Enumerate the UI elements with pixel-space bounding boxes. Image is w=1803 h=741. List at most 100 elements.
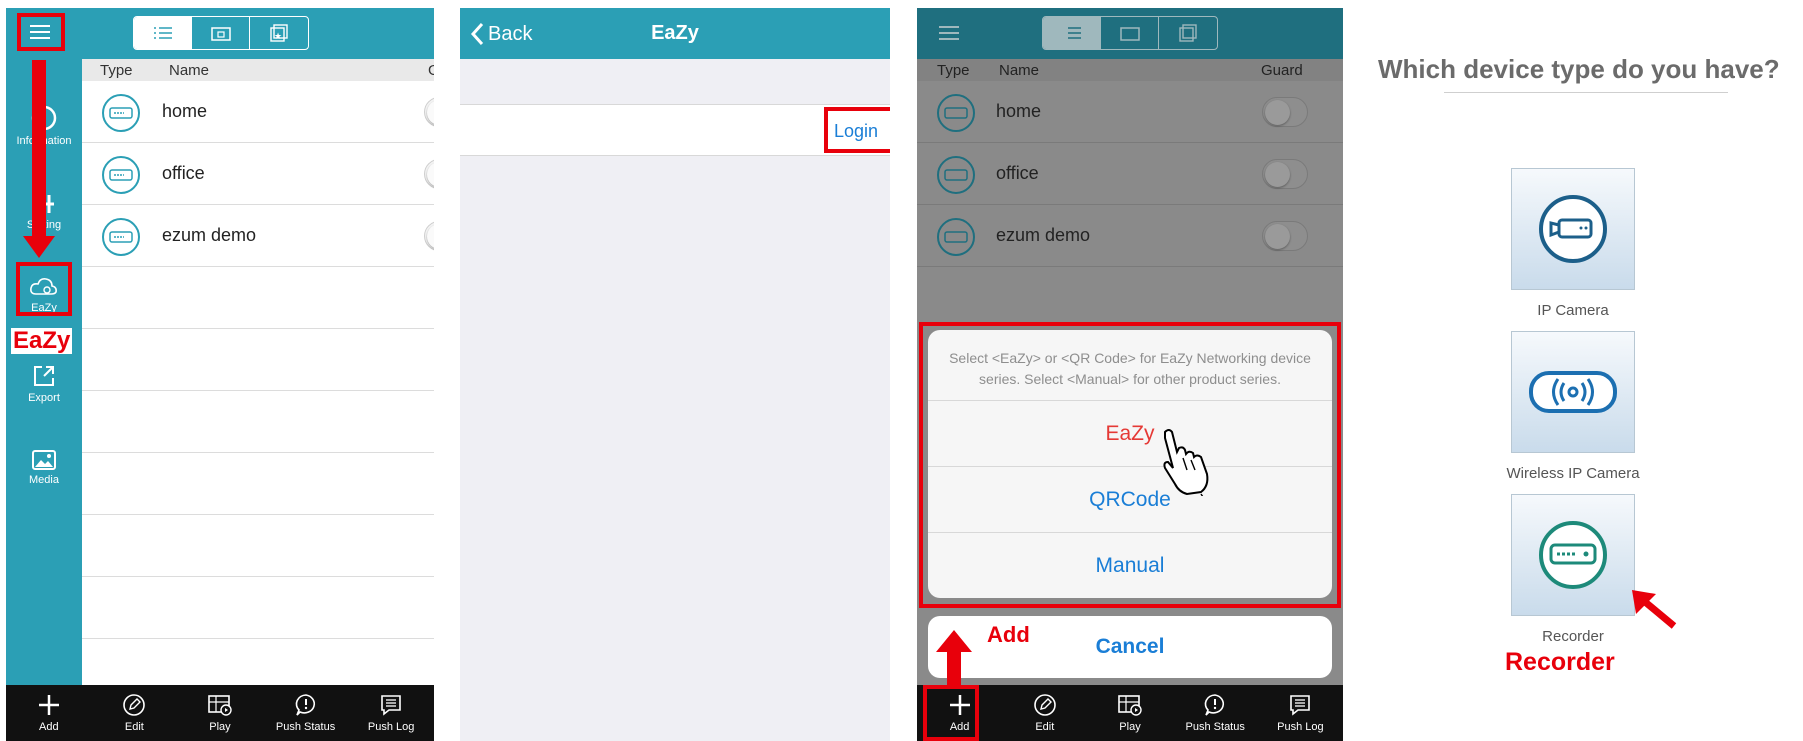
ip-camera-icon (1539, 195, 1607, 263)
sidebar-item-label: Media (29, 474, 59, 486)
wireless-ip-camera-option[interactable] (1511, 331, 1635, 453)
bottom-toolbar: Add Edit Play Push Status Push Log (917, 685, 1343, 741)
push-log-label: Push Log (367, 721, 415, 733)
annotation-add: Add (987, 622, 1030, 647)
folder-icon (1119, 27, 1140, 41)
column-guard: Guard (1261, 62, 1303, 79)
tab-list-view[interactable] (134, 17, 192, 49)
edit-button[interactable]: Edit (92, 685, 178, 741)
annotation-arrow-icon (1632, 590, 1677, 629)
device-name: home (996, 101, 1042, 121)
device-row[interactable]: home (917, 81, 1343, 143)
wireless-icon (1529, 371, 1617, 413)
column-header: Type Name G (82, 59, 434, 81)
device-row[interactable]: home (82, 81, 434, 143)
screen-device-list: ★ Information Setting EaZy EaZy Export M… (6, 8, 434, 741)
guard-toggle[interactable] (1262, 159, 1308, 189)
folder-icon (210, 27, 231, 41)
empty-row (82, 391, 434, 453)
column-type: Type (100, 62, 133, 79)
annotation-recorder: Recorder (1505, 648, 1615, 676)
push-status-label: Push Status (1185, 721, 1245, 733)
device-row[interactable]: office (917, 143, 1343, 205)
wireless-ip-camera-label: Wireless IP Camera (1506, 465, 1640, 482)
guard-knob-icon (1265, 100, 1290, 125)
menu-icon (939, 32, 959, 34)
push-status-button[interactable]: Push Status (263, 685, 349, 741)
sidebar-item-label: Export (28, 392, 60, 404)
annotation-arrowhead (936, 630, 972, 652)
list-icon (153, 27, 172, 39)
device-row[interactable]: ezum demo (82, 205, 434, 267)
hand-pointer-icon (1163, 429, 1209, 496)
column-guard: G (428, 62, 434, 79)
svg-text:★: ★ (274, 31, 282, 41)
empty-row (82, 515, 434, 577)
image-icon (32, 450, 56, 470)
view-tabs (1042, 16, 1218, 50)
device-row[interactable]: ezum demo (917, 205, 1343, 267)
play-label: Play (1119, 721, 1141, 733)
plus-icon (38, 695, 59, 715)
push-status-button[interactable]: Push Status (1173, 685, 1258, 741)
tab-folder-view[interactable] (1101, 17, 1159, 49)
title-divider (1444, 92, 1728, 93)
recorder-icon (102, 156, 140, 194)
highlight-login (824, 107, 890, 153)
favorite-icon: ★ (270, 24, 288, 42)
recorder-icon (1539, 521, 1607, 589)
guard-toggle[interactable] (424, 221, 434, 251)
guard-knob-icon (427, 100, 434, 125)
push-log-button[interactable]: Push Log (348, 685, 434, 741)
push-log-button[interactable]: Push Log (1258, 685, 1343, 741)
tab-folder-view[interactable] (192, 17, 250, 49)
push-status-label: Push Status (275, 721, 336, 733)
guard-knob-icon (427, 224, 434, 249)
device-row[interactable]: office (82, 143, 434, 205)
device-name: home (162, 101, 208, 121)
guard-toggle[interactable] (1262, 97, 1308, 127)
bottom-toolbar: Add Edit Play Push Status Push Log (6, 685, 434, 741)
play-button[interactable]: Play (1087, 685, 1172, 741)
list-icon (1067, 27, 1081, 39)
guard-knob-icon (1265, 224, 1290, 249)
edit-button[interactable]: Edit (1002, 685, 1087, 741)
highlight-action-sheet (919, 322, 1341, 608)
play-button[interactable]: Play (177, 685, 263, 741)
push-log-label: Push Log (1277, 721, 1324, 733)
recorder-icon (937, 94, 975, 132)
screen-device-type: Which device type do you have? IP Camera… (1370, 8, 1803, 741)
ip-camera-option[interactable] (1511, 168, 1635, 290)
column-header: Type Name Guard (917, 59, 1343, 81)
add-label: Add (39, 721, 59, 733)
device-name: ezum demo (162, 225, 257, 245)
tab-list-view[interactable] (1043, 17, 1101, 49)
sidebar-item-export[interactable]: Export (6, 364, 82, 404)
pencil-icon (1033, 694, 1056, 716)
menu-button[interactable] (935, 22, 963, 44)
recorder-icon (102, 94, 140, 132)
play-label: Play (209, 721, 231, 733)
guard-knob-icon (1265, 162, 1290, 187)
highlight-menu (17, 13, 65, 51)
favorite-icon (1179, 24, 1197, 42)
page-title: Which device type do you have? (1378, 54, 1780, 84)
annotation-arrowhead (23, 236, 55, 258)
guard-toggle[interactable] (424, 159, 434, 189)
column-type: Type (937, 62, 970, 79)
log-bubble-icon (1290, 695, 1311, 716)
tab-favorite-view[interactable] (1159, 17, 1217, 49)
pencil-icon (123, 694, 146, 716)
sidebar-item-media[interactable]: Media (6, 450, 82, 486)
guard-toggle[interactable] (424, 97, 434, 127)
recorder-option[interactable] (1511, 494, 1635, 616)
screen-add-device: Type Name Guard home office ezum demo Se… (917, 8, 1343, 741)
screen-eazy: Back EaZy Login (460, 8, 890, 741)
device-name: ezum demo (996, 225, 1091, 245)
highlight-eazy (16, 262, 72, 316)
tab-favorite-view[interactable]: ★ (250, 17, 308, 49)
add-button[interactable]: Add (6, 685, 92, 741)
guard-toggle[interactable] (1262, 221, 1308, 251)
recorder-icon (937, 218, 975, 256)
alert-bubble-icon (1204, 694, 1225, 716)
